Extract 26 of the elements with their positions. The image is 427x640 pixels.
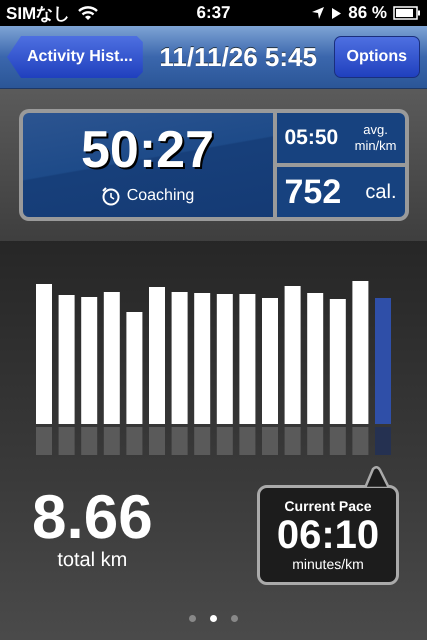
battery-icon	[393, 6, 421, 20]
average-label: avg.	[363, 122, 388, 138]
nav-title: 11/11/26 5:45	[159, 42, 317, 72]
distance-unit-label: total km	[57, 549, 128, 572]
page-dot[interactable]	[189, 615, 196, 622]
duration-text: 50:27	[81, 124, 214, 176]
distance-text: 8.66	[32, 487, 153, 549]
carrier-text: SIMなし	[6, 2, 70, 24]
current-pace-unit-label: minutes/km	[292, 556, 364, 572]
coaching-label: Coaching	[126, 187, 194, 205]
play-icon	[331, 6, 342, 20]
calories-text: 752	[284, 172, 342, 212]
options-button[interactable]: Options	[334, 36, 420, 78]
stopwatch-icon	[100, 186, 121, 206]
average-pace-text: 05:50	[284, 126, 338, 150]
wifi-icon	[78, 6, 98, 20]
back-button[interactable]: Activity Hist...	[7, 36, 143, 78]
location-arrow-icon	[311, 6, 326, 20]
clock-text: 6:37	[196, 3, 231, 23]
current-pace-title: Current Pace	[284, 498, 372, 514]
calories-unit-label: cal.	[365, 180, 396, 204]
page-dot[interactable]	[231, 615, 238, 622]
pace-unit-label: min/km	[354, 138, 396, 154]
page-dot[interactable]	[210, 615, 217, 622]
battery-text: 86 %	[348, 3, 387, 23]
current-pace-text: 06:10	[276, 514, 380, 556]
